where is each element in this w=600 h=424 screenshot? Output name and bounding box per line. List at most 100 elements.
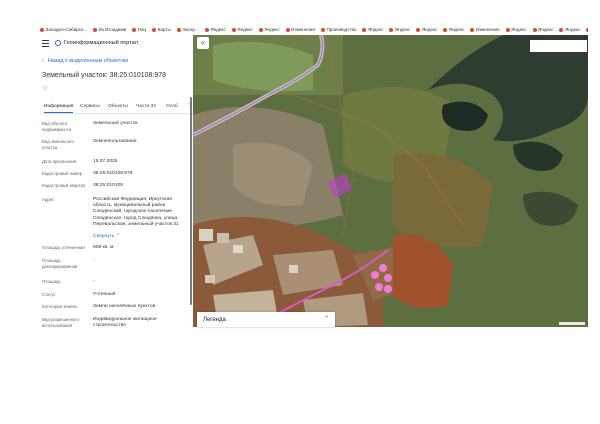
tab-objects[interactable]: Объекты (108, 103, 128, 110)
field-label: Площадь (42, 279, 61, 284)
bookmark-label: Производство (326, 27, 357, 32)
bookmark-favicon-icon (204, 27, 209, 32)
bookmark-favicon-icon (152, 27, 157, 32)
back-link-label: Назад к выделенным объектам (47, 58, 128, 64)
bookmark-label: Экспр... (182, 27, 199, 32)
bookmark-label: Яндекс (210, 27, 226, 32)
field-value: Земли населённых пунктов (93, 304, 156, 309)
tab-parts[interactable]: Части ЗУ (136, 103, 156, 110)
collapse-link[interactable]: Свернуть ⌃ (93, 234, 189, 240)
sidebar-scrollbar[interactable] (190, 97, 192, 305)
field-value: Учтенный (93, 292, 116, 297)
field-value: Землепользование (93, 139, 137, 144)
bookmarks-bar: Западно-Сибирск... Из Игнадами Пиц Карты Экс… (40, 26, 588, 34)
bookmark-label: Яндекс (421, 27, 438, 32)
bookmark-favicon-icon (320, 27, 325, 32)
bookmark-favicon-icon (416, 27, 421, 32)
chevron-up-icon: ⌃ (115, 234, 120, 239)
bookmark-favicon-icon (586, 27, 588, 32)
bookmark-label: Яндекс (538, 27, 554, 32)
field-label: Дата присвоения (42, 159, 77, 164)
field-value: 38:25:010108:978 (93, 171, 133, 176)
bookmark-favicon-icon (443, 27, 448, 32)
tab-special[interactable]: Особ (166, 103, 178, 110)
bookmark-favicon-icon (40, 27, 44, 32)
field-value: - (93, 258, 95, 263)
field-value: 15.07.2025 (93, 159, 118, 164)
satellite-map[interactable] (193, 35, 588, 327)
bookmark-label: Яндекс (367, 27, 384, 32)
bookmark-item[interactable]: Карты (152, 26, 171, 34)
bookmark-item[interactable]: Изменения (285, 26, 315, 34)
field-value: 908 кв. м (93, 245, 114, 250)
bookmark-label: Пиц (137, 27, 147, 32)
chevron-updown-icon[interactable]: ⌃ (324, 315, 329, 323)
bookmark-item[interactable]: Пиц (132, 26, 146, 34)
bookmark-favicon-icon (389, 27, 394, 32)
bookmark-item[interactable]: Западно-Сибирск... (40, 26, 87, 34)
field-label: Адрес (42, 197, 55, 202)
bookmark-item[interactable]: Из Игнадами (92, 26, 127, 34)
bookmark-item[interactable]: Яндекс (362, 26, 383, 34)
field-label: Категория земель (42, 304, 78, 309)
field-label: Вид разрешенного использования (42, 317, 80, 327)
bookmark-item[interactable]: Яндекс (231, 26, 253, 34)
field-label: Вид земельного участка (42, 139, 74, 150)
collapse-link-label: Свернуть (93, 234, 115, 239)
bookmark-item[interactable]: Яндекс (586, 26, 588, 34)
legend-title: Легенда (203, 317, 226, 323)
bookmark-label: Яндекс (448, 27, 465, 32)
bookmark-item[interactable]: Яндекс (559, 26, 580, 34)
bookmark-item[interactable]: Яндекс (204, 26, 226, 34)
sidebar-panel: Геоинформационный портал ‹ Назад к выделе… (40, 35, 193, 327)
tab-information[interactable]: Информация (44, 103, 74, 113)
bookmark-label: Яндекс (264, 27, 280, 32)
bookmark-label: Изменения (475, 27, 500, 32)
map-scale-bar (559, 322, 585, 325)
field-value: 38:25:010108 (93, 183, 123, 188)
bookmark-favicon-icon (532, 27, 537, 32)
portal-logo-icon (55, 40, 61, 46)
bookmark-favicon-icon (132, 27, 137, 32)
bookmark-item[interactable]: Яндекс (258, 26, 280, 34)
tab-services[interactable]: Сервисы (80, 103, 100, 110)
bookmark-item[interactable]: Экспр... (176, 26, 199, 34)
bookmark-favicon-icon (285, 27, 290, 32)
field-value: Земельный участок (93, 121, 138, 126)
bookmark-favicon-icon (559, 27, 564, 32)
bookmark-item[interactable]: Изменения (470, 26, 500, 34)
bookmark-label: Изменения (291, 27, 315, 32)
bookmark-favicon-icon (92, 27, 97, 32)
bookmark-item[interactable]: Яндекс (389, 26, 410, 34)
star-icon[interactable]: ☆ (42, 85, 48, 93)
legend-panel[interactable]: Легенда ⌃ (197, 312, 335, 327)
bookmark-item[interactable]: Яндекс (443, 26, 464, 34)
bookmark-favicon-icon (258, 27, 263, 32)
bookmark-label: Карты (157, 27, 171, 32)
bookmark-label: Яндекс (511, 27, 527, 32)
bookmark-favicon-icon (362, 27, 367, 32)
map-search-box[interactable] (530, 40, 587, 52)
field-label: Статус (42, 292, 56, 297)
field-label: Вид объекта недвижимости (42, 121, 71, 132)
map-imagery (193, 35, 588, 327)
bookmark-item[interactable]: Яндекс (416, 26, 437, 34)
menu-icon[interactable] (42, 40, 49, 47)
bookmark-label: Яндекс (564, 27, 581, 32)
field-value: Российская Федерация, Иркутская область,… (93, 197, 179, 227)
bookmark-label: Из Игнадами (98, 27, 127, 32)
bookmark-item[interactable]: Производство (320, 26, 357, 34)
back-to-selected-link[interactable]: ‹ Назад к выделенным объектам (42, 57, 128, 65)
tab-bar: Информация Сервисы Объекты Части ЗУ Особ… (40, 101, 193, 114)
portal-title: Геоинформационный портал (64, 40, 138, 46)
double-chevron-left-icon[interactable]: « (197, 37, 209, 49)
bookmark-label: Западно-Сибирск... (45, 27, 87, 32)
bookmark-item[interactable]: Яндекс (505, 26, 527, 34)
bookmark-favicon-icon (176, 27, 181, 32)
chevron-left-icon: ‹ (42, 58, 44, 64)
bookmark-item[interactable]: Яндекс (532, 26, 554, 34)
field-value: Индивидуальное жилищное строительство (93, 317, 157, 327)
bookmark-label: Яндекс (237, 27, 253, 32)
bookmark-favicon-icon (231, 27, 236, 32)
bookmark-favicon-icon (505, 27, 510, 32)
